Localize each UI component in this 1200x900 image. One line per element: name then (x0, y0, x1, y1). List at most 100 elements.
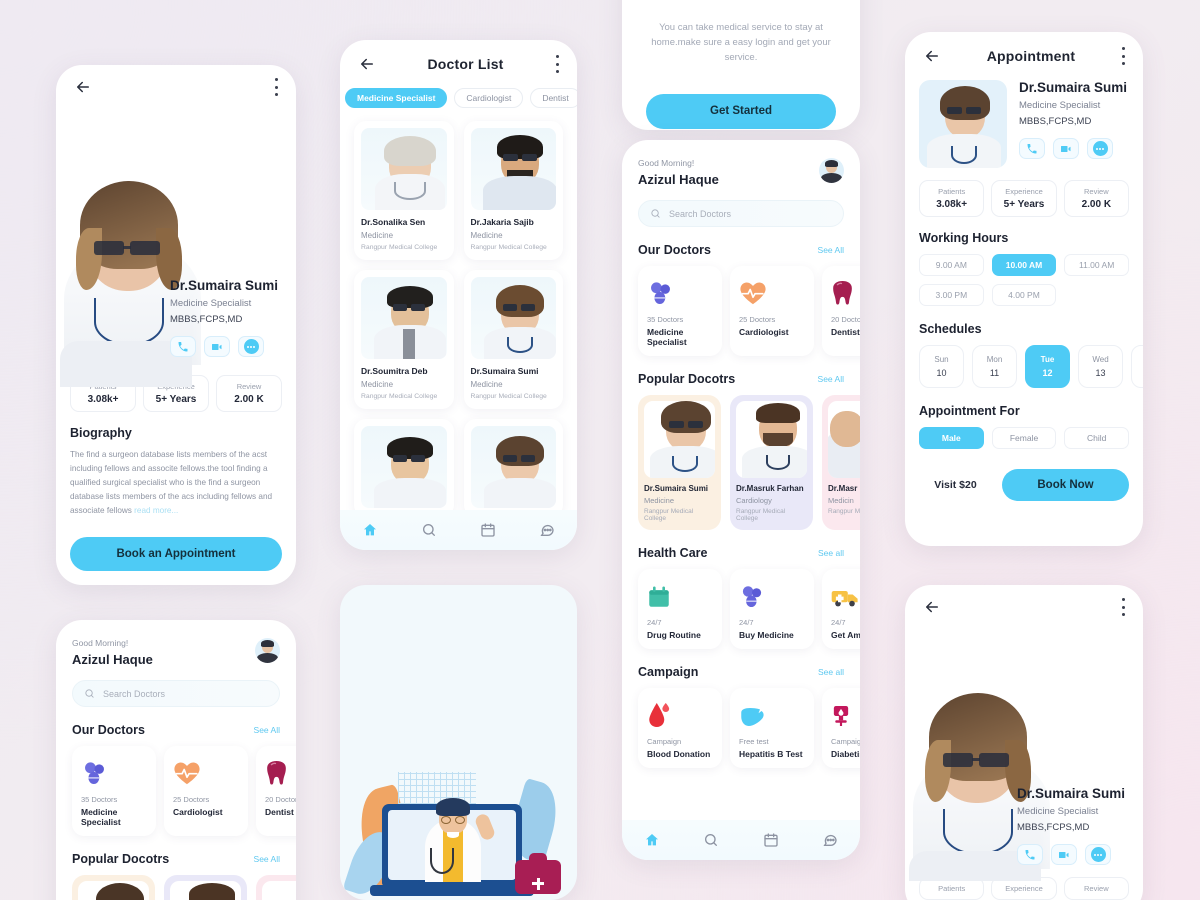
popular-doctor-card[interactable]: Dr.Masruk Farhan Cardiology Rangpur Medi… (730, 395, 813, 530)
campaign-card-diabetis-test[interactable]: Campaign Diabetis Tes (822, 688, 860, 768)
gender-option-male[interactable]: Male (919, 427, 984, 449)
avatar[interactable] (819, 158, 844, 183)
phone-icon (1025, 849, 1035, 859)
popular-doctor-card[interactable] (164, 875, 247, 900)
doctor-college: Rangpur Medical College (644, 508, 694, 522)
doctor-card[interactable]: Dr.Jakaria Sajib Medicine Rangpur Medica… (463, 121, 563, 260)
campaign-card-hepatitis-b-test[interactable]: Free test Hepatitis B Test (730, 688, 814, 768)
health-card-buy-medicine[interactable]: 24/7 Buy Medicine (730, 569, 814, 649)
category-label: Dentist (265, 807, 294, 817)
liver-icon (739, 698, 805, 728)
book-now-button[interactable]: Book Now (1002, 469, 1129, 501)
doctor-name: Dr.Sumaira Sumi (1017, 786, 1126, 801)
phone-icon-button[interactable] (1017, 844, 1043, 865)
category-medicine-specialist[interactable]: 35 Doctors Medicine Specialist (638, 266, 722, 356)
popular-doctor-card[interactable]: Dr.Masr Medicin Rangpur M (822, 395, 860, 530)
hour-slot[interactable]: 11.00 AM (1064, 254, 1129, 276)
health-card-drug-routine[interactable]: 24/7 Drug Routine (638, 569, 722, 649)
filter-chip-dentist[interactable]: Dentist (530, 88, 577, 108)
schedule-day[interactable]: Thu 14 (1131, 345, 1143, 388)
phone-icon-button[interactable] (170, 336, 196, 357)
heartbeat-icon (173, 756, 239, 786)
phone-icon-button[interactable] (1019, 138, 1045, 159)
category-cardiologist[interactable]: 25 Doctors Cardiologist (164, 746, 248, 836)
filter-chip-cardiologist[interactable]: Cardiologist (454, 88, 524, 108)
schedule-day[interactable]: Sun 10 (919, 345, 964, 388)
schedule-day-selected[interactable]: Tue 12 (1025, 345, 1070, 388)
filter-chip-medicine-specialist[interactable]: Medicine Specialist (345, 88, 448, 108)
video-call-button[interactable] (1051, 844, 1077, 865)
doctor-card[interactable]: Dr.Soumitra Deb Medicine Rangpur Medical… (354, 270, 454, 409)
video-call-button[interactable] (1053, 138, 1079, 159)
popular-doctor-card[interactable] (256, 875, 296, 900)
schedule-day[interactable]: Mon 11 (972, 345, 1017, 388)
hour-slot[interactable]: 3.00 PM (919, 284, 984, 306)
doctor-card[interactable]: Dr.Sonalika Sen Medicine Rangpur Medical… (354, 121, 454, 260)
screen-doctor-profile: Dr.Sumaira Sumi Medicine Specialist MBBS… (56, 65, 296, 585)
popular-doctor-card[interactable]: Dr.Sumaira Sumi Medicine Rangpur Medical… (638, 395, 721, 530)
get-started-button[interactable]: Get Started (646, 93, 836, 129)
health-card-get-ambulance[interactable]: 24/7 Get Ambulanc (822, 569, 860, 649)
popular-doctors-see-all[interactable]: See All (818, 374, 844, 384)
day-name: Mon (986, 355, 1003, 364)
health-care-see-all[interactable]: See all (818, 548, 844, 558)
search-input[interactable]: Search Doctors (72, 680, 280, 707)
arrow-left-icon[interactable] (923, 598, 941, 616)
read-more-link[interactable]: read more... (134, 506, 178, 515)
kebab-menu-icon[interactable] (555, 55, 559, 73)
book-appointment-button[interactable]: Book an Appointment (70, 536, 282, 571)
search-icon[interactable] (703, 832, 719, 848)
category-dentist[interactable]: 20 Doctors Dentist (822, 266, 860, 356)
arrow-left-icon[interactable] (74, 78, 92, 96)
appointment-doctor-summary: Dr.Sumaira Sumi Medicine Specialist MBBS… (905, 80, 1143, 168)
category-dentist[interactable]: 20 Doctors Dentist (256, 746, 296, 836)
popular-doctors-see-all[interactable]: See All (254, 854, 280, 864)
campaign-card-blood-donation[interactable]: Campaign Blood Donation (638, 688, 722, 768)
home-icon[interactable] (362, 522, 378, 538)
chat-icon[interactable] (539, 522, 555, 538)
kebab-menu-icon[interactable] (1121, 598, 1125, 616)
gender-option-child[interactable]: Child (1064, 427, 1130, 449)
schedule-day[interactable]: Wed 13 (1078, 345, 1123, 388)
greeting: Good Morning! (638, 158, 695, 168)
chat-icon[interactable] (822, 832, 838, 848)
category-medicine-specialist[interactable]: 35 Doctors Medicine Specialist (72, 746, 156, 836)
doctor-card[interactable] (463, 419, 563, 517)
arrow-left-icon[interactable] (358, 55, 376, 73)
campaign-see-all[interactable]: See all (818, 667, 844, 677)
home-icon[interactable] (644, 832, 660, 848)
calendar-icon[interactable] (480, 522, 496, 538)
our-doctors-see-all[interactable]: See All (818, 245, 844, 255)
avatar[interactable] (255, 638, 280, 663)
card-count: 24/7 (647, 618, 662, 627)
chat-button[interactable] (1087, 138, 1113, 159)
video-camera-icon (212, 343, 222, 350)
doctor-specialty: Medicine (361, 380, 394, 389)
hour-slot[interactable]: 9.00 AM (919, 254, 984, 276)
doctor-card[interactable]: Dr.Sumaira Sumi Medicine Rangpur Medical… (463, 270, 563, 409)
kebab-menu-icon[interactable] (1121, 47, 1125, 65)
our-doctors-see-all[interactable]: See All (254, 725, 280, 735)
doctor-card[interactable] (354, 419, 454, 517)
popular-doctor-card[interactable] (72, 875, 155, 900)
stat-label: Review (236, 382, 262, 391)
doctor-photo (470, 277, 556, 359)
hour-slot-selected[interactable]: 10.00 AM (991, 254, 1057, 276)
category-cardiologist[interactable]: 25 Doctors Cardiologist (730, 266, 814, 356)
search-icon[interactable] (421, 522, 437, 538)
doctor-name: Dr.Jakaria Sajib (470, 217, 534, 227)
arrow-left-icon[interactable] (923, 47, 941, 65)
search-input[interactable]: Search Doctors (638, 200, 844, 227)
chat-button[interactable] (1085, 844, 1111, 865)
gender-option-female[interactable]: Female (991, 427, 1057, 449)
category-label: Medicine Specialist (647, 327, 687, 347)
stat-value: 3.08k+ (936, 199, 968, 210)
doctor-specialty: Medicine Specialist (170, 298, 252, 309)
category-count: 25 Doctors (173, 795, 210, 804)
calendar-icon[interactable] (763, 832, 779, 848)
card-count: 24/7 (831, 618, 846, 627)
chat-button[interactable] (238, 336, 264, 357)
kebab-menu-icon[interactable] (274, 78, 278, 96)
hour-slot[interactable]: 4.00 PM (991, 284, 1057, 306)
video-call-button[interactable] (204, 336, 230, 357)
